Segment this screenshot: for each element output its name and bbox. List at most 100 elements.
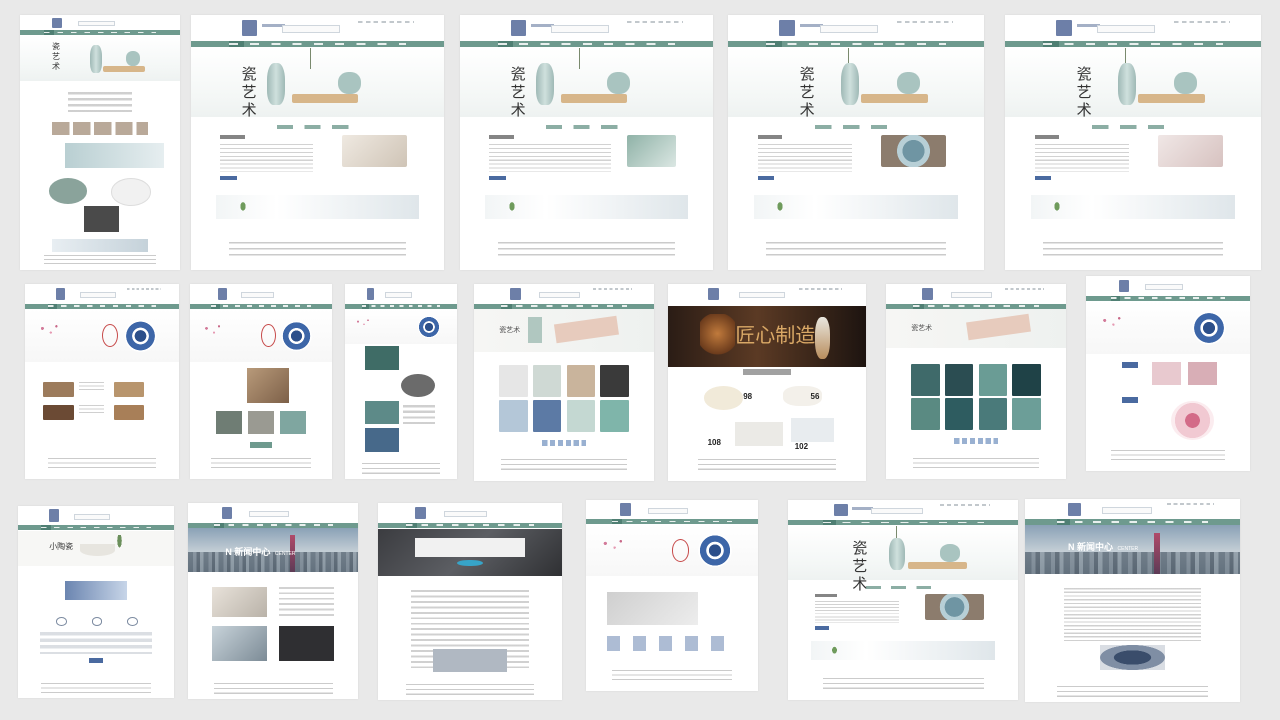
search-input[interactable] xyxy=(77,21,115,27)
logo[interactable] xyxy=(52,17,62,28)
category-button[interactable] xyxy=(1122,396,1139,403)
search-input[interactable] xyxy=(74,513,111,520)
page-thumbnail-news-center[interactable]: N 新闻中心 CENTER xyxy=(188,503,358,699)
handshake-image[interactable] xyxy=(211,626,267,661)
nav-item-home[interactable] xyxy=(48,303,58,309)
page-thumbnail-plum-cases[interactable] xyxy=(25,284,179,479)
pagination[interactable] xyxy=(542,439,586,446)
logo[interactable] xyxy=(779,19,795,36)
search-input[interactable] xyxy=(647,507,688,514)
feature-icons[interactable] xyxy=(606,635,738,651)
product-image[interactable] xyxy=(703,386,744,411)
search-input[interactable] xyxy=(820,25,879,33)
product-thumb[interactable] xyxy=(911,398,940,431)
nav-item-home[interactable] xyxy=(361,303,369,309)
page-thumbnail-plum-list[interactable] xyxy=(190,284,332,479)
case-image[interactable] xyxy=(43,381,74,397)
page-thumbnail-pink-products[interactable] xyxy=(1086,276,1250,471)
news-feature-card[interactable] xyxy=(279,626,335,661)
logo[interactable] xyxy=(49,509,59,522)
gallery-image[interactable] xyxy=(401,373,435,398)
product-thumb[interactable] xyxy=(532,399,562,432)
product-thumb[interactable] xyxy=(1012,398,1041,431)
main-nav[interactable] xyxy=(20,30,180,35)
more-button[interactable] xyxy=(249,441,273,448)
main-nav[interactable] xyxy=(1005,40,1261,48)
logo[interactable] xyxy=(620,503,631,516)
product-tabs[interactable] xyxy=(546,124,627,129)
product-grid[interactable] xyxy=(911,363,1041,431)
nav-item-home[interactable] xyxy=(44,30,54,35)
main-nav[interactable] xyxy=(191,40,444,48)
page-thumbnail-product-2[interactable]: 瓷 艺 术 xyxy=(460,15,713,270)
logo[interactable] xyxy=(510,287,521,301)
main-nav[interactable] xyxy=(460,40,713,48)
page-thumbnail-product-4[interactable]: 瓷 艺 术 xyxy=(1005,15,1261,270)
nav-item-home[interactable] xyxy=(1043,40,1059,48)
pagination[interactable] xyxy=(954,438,998,444)
search-input[interactable] xyxy=(1145,283,1184,291)
contact-section[interactable] xyxy=(39,617,153,671)
page-thumbnail-home-long[interactable]: 瓷 艺术 xyxy=(20,15,180,270)
case-image[interactable] xyxy=(43,404,74,421)
logo[interactable] xyxy=(367,287,375,300)
gallery-image[interactable] xyxy=(365,346,399,370)
nav-item-home[interactable] xyxy=(822,520,837,526)
product-thumb[interactable] xyxy=(600,364,629,397)
search-input[interactable] xyxy=(80,291,117,299)
product-image[interactable] xyxy=(790,417,835,442)
news-list[interactable] xyxy=(211,587,335,673)
page-thumbnail-contact[interactable]: 小陶瓷 xyxy=(18,506,174,698)
product-row[interactable] xyxy=(215,410,307,435)
product-image[interactable] xyxy=(735,421,783,446)
search-input[interactable] xyxy=(950,291,993,299)
logo[interactable] xyxy=(414,506,426,520)
main-nav[interactable] xyxy=(190,303,332,309)
logo[interactable] xyxy=(218,287,227,300)
page-thumbnail-dish-grid[interactable]: 瓷艺术 xyxy=(474,284,654,481)
more-button[interactable] xyxy=(814,626,830,630)
main-nav[interactable] xyxy=(1086,295,1250,301)
product-thumb[interactable] xyxy=(911,363,940,396)
product-tabs[interactable] xyxy=(866,586,940,590)
product-image[interactable] xyxy=(1187,361,1218,386)
product-list[interactable] xyxy=(1034,143,1129,172)
logo[interactable] xyxy=(707,287,720,301)
product-thumb[interactable] xyxy=(499,399,528,432)
page-thumbnail-green-grid[interactable]: 瓷艺术 xyxy=(886,284,1066,479)
page-thumbnail-notebook-article[interactable] xyxy=(378,503,562,700)
product-tabs[interactable] xyxy=(815,124,897,129)
search-input[interactable] xyxy=(282,25,340,33)
search-input[interactable] xyxy=(241,291,275,299)
main-nav[interactable] xyxy=(728,40,984,48)
product-thumb[interactable] xyxy=(978,363,1008,396)
product-grid[interactable] xyxy=(499,364,629,432)
more-button[interactable] xyxy=(1034,176,1052,181)
product-thumb[interactable] xyxy=(944,398,974,431)
nav-item-home[interactable] xyxy=(611,519,623,525)
top-links[interactable] xyxy=(1166,503,1215,506)
thumb-row[interactable] xyxy=(52,122,148,135)
logo[interactable] xyxy=(1068,502,1081,516)
product-thumb[interactable] xyxy=(600,399,629,432)
product-thumb[interactable] xyxy=(532,364,562,397)
nav-item-home[interactable] xyxy=(213,522,224,528)
nav-item-home[interactable] xyxy=(497,40,514,48)
main-nav[interactable] xyxy=(188,522,358,528)
page-thumbnail-product-3[interactable]: 瓷 艺 术 xyxy=(728,15,984,270)
message-form[interactable] xyxy=(39,632,153,654)
logo[interactable] xyxy=(222,506,233,520)
logo[interactable] xyxy=(55,287,66,300)
nav-item-home[interactable] xyxy=(1057,519,1071,525)
product-list[interactable] xyxy=(489,143,611,172)
product-image[interactable] xyxy=(1151,361,1182,386)
nav-item-home[interactable] xyxy=(228,40,245,48)
main-nav[interactable] xyxy=(345,303,457,309)
main-nav[interactable] xyxy=(25,303,179,309)
search-input[interactable] xyxy=(538,291,581,299)
main-nav[interactable] xyxy=(788,520,1018,526)
product-thumb[interactable] xyxy=(566,399,596,432)
logo[interactable] xyxy=(1056,19,1072,36)
top-links[interactable] xyxy=(592,288,633,291)
main-nav[interactable] xyxy=(1025,519,1240,525)
